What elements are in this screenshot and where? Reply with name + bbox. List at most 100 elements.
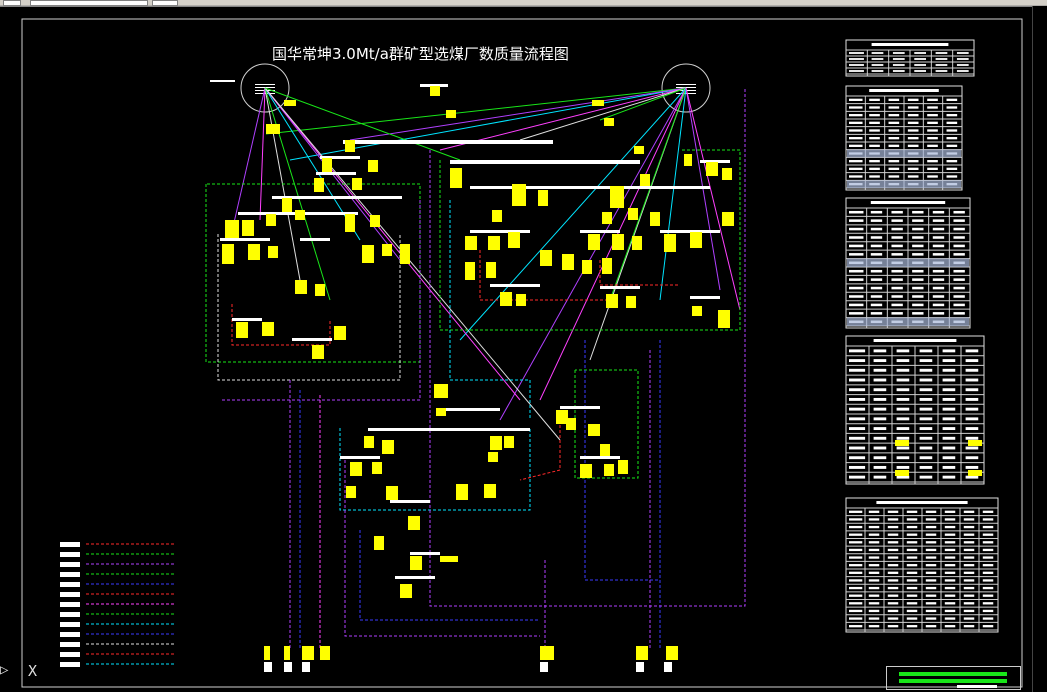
table-cell-value [868,571,880,574]
table-row-label [849,407,866,411]
table-cell-value [896,378,910,382]
circle-label-bar [676,87,696,88]
table-cell-value [942,446,956,450]
drawing-canvas[interactable] [0,0,1047,692]
table-row-label [849,446,866,450]
data-node [684,154,692,166]
equipment-label-bar [560,406,600,409]
table-row-label [849,417,866,421]
equipment-label-bar [580,230,620,233]
data-node [264,646,270,660]
table-cell-value [953,303,965,307]
table-cell-value [982,518,994,521]
table-cell-value [982,594,994,597]
table-cell-value [942,465,956,469]
data-node [636,646,648,660]
table-cell-value [942,475,956,479]
data-node [364,436,374,448]
table-row-label [849,378,866,382]
table-cell-value [927,175,938,178]
table-cell-value [942,456,956,460]
table-cell-value [873,436,887,440]
table-cell-value [896,427,910,431]
table-cell-value [965,427,979,431]
data-link-line [659,87,687,301]
table-cell-value [906,510,918,513]
data-node [582,260,592,274]
table-cell-value [982,533,994,536]
table-title-bar [871,43,949,46]
table-cell-value [868,609,880,613]
table-cell-value [982,548,994,552]
table-cell-value [927,98,938,101]
table-cell-value [873,407,887,411]
table-cell-value [873,475,887,479]
table-cell-value [965,436,979,440]
table-cell-value [953,312,965,315]
table-cell-value [982,510,994,513]
table-row-label [849,167,863,170]
data-node [592,100,604,106]
table-row-label [849,456,866,460]
table-cell-value [956,64,969,66]
data-node [604,464,614,476]
data-node [408,516,420,530]
table-cell-value [965,349,979,353]
table-row-label [849,533,863,536]
table-row-label [849,475,866,479]
table-cell-value [963,609,975,613]
table-cell-value [912,312,924,315]
data-node [504,436,514,448]
table-cell-value [932,295,945,298]
data-node [350,462,362,476]
table-cell-value [868,510,880,513]
table-cell-value [932,253,945,256]
table-cell-value [873,427,887,431]
table-title-bar [876,501,968,504]
data-node [222,244,234,264]
table-cell-value [888,98,900,101]
table-cell-value [942,417,956,421]
data-node [284,100,296,106]
table-cell-value [963,579,975,582]
table-cell-value [982,525,994,529]
table-cell-value [965,378,979,382]
circle-label-bar [676,93,696,94]
legend-swatch-label [60,632,80,637]
table-cell-value [963,625,975,628]
table-cell-value [963,548,975,552]
data-node [436,408,446,416]
title-block-text [957,685,997,688]
data-node [446,110,456,118]
table-row-label [849,359,866,363]
data-node [588,424,600,436]
data-node [508,232,520,248]
data-node [456,484,468,500]
table-row-label [849,303,864,307]
table-row-label [849,397,866,401]
table-cell-value [870,227,883,231]
table-cell-value [932,244,945,248]
table-cell-value [925,518,937,521]
data-node [640,174,650,186]
table-cell-value [946,160,958,163]
table-row-label [849,114,863,117]
table-cell-value [870,312,883,315]
table-cell-value [919,378,933,382]
table-cell-value [953,278,965,281]
table-cell-value [944,548,956,552]
table-cell-value [927,106,938,109]
table-row-label [849,70,864,72]
table-row-label [849,269,864,273]
table-cell-value [946,114,958,117]
data-node [295,280,307,294]
table-cell-value [873,465,887,469]
table-cell-value [912,253,924,256]
table-cell-value [935,58,948,60]
data-node [604,118,614,126]
input-label-bar [210,80,235,82]
table-cell-value [982,571,994,574]
table-cell-value [963,602,975,605]
table-cell-value [870,295,883,298]
scrollbar[interactable] [1032,6,1047,692]
